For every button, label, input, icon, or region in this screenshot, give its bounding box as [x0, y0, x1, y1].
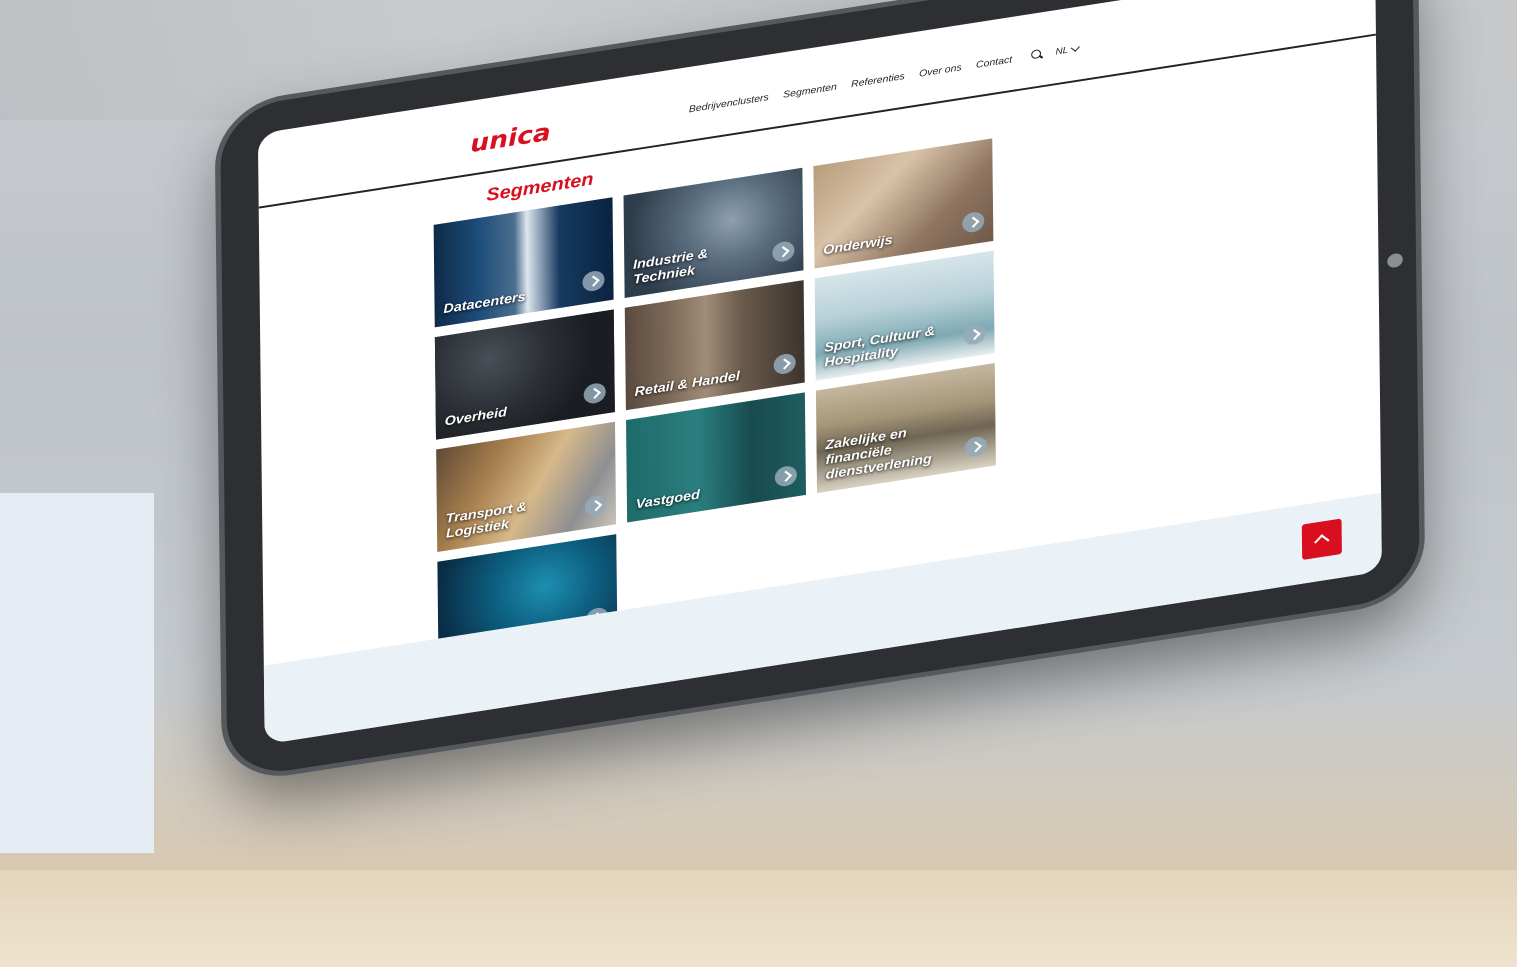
background-table [0, 870, 1517, 967]
tablet-screen: unica Bedrijvenclusters Segmenten Refere… [257, 0, 1382, 745]
chevron-right-icon [964, 435, 987, 459]
chevron-right-icon [584, 494, 608, 518]
segment-tile-transport-logistiek[interactable]: Transport & Logistiek [436, 421, 617, 552]
segment-tile-onderwijs[interactable]: Onderwijs [813, 138, 994, 269]
scroll-to-top-button[interactable] [1301, 518, 1342, 561]
chevron-right-icon [774, 464, 798, 488]
chevron-right-icon [772, 240, 795, 264]
search-icon[interactable] [1031, 48, 1042, 60]
nav-over-ons[interactable]: Over ons [919, 62, 962, 79]
language-label: NL [1055, 44, 1069, 57]
chevron-right-icon [962, 210, 985, 234]
nav-segmenten[interactable]: Segmenten [783, 82, 837, 101]
nav-referenties[interactable]: Referenties [851, 71, 905, 90]
segment-tile-label: Sport, Cultuur & Hospitality [824, 322, 936, 370]
segment-tile-label: Vastgoed [635, 486, 700, 512]
segment-tile-label: Onderwijs [823, 231, 893, 258]
segment-tile-industrie-techniek[interactable]: Industrie & Techniek [623, 167, 804, 298]
chevron-right-icon [583, 381, 606, 405]
chevron-right-icon [773, 352, 796, 376]
background-panel [0, 493, 154, 853]
chevron-right-icon [582, 269, 605, 293]
chevron-right-icon [963, 322, 986, 347]
segment-tile-sport-cultuur-hospitality[interactable]: Sport, Cultuur & Hospitality [814, 250, 995, 381]
segment-tile-overheid[interactable]: Overheid [434, 309, 615, 440]
segment-tile-label: Zakelijke en financiële dienstverlening [825, 424, 932, 482]
main-nav: Bedrijvenclusters Segmenten Referenties … [689, 54, 1012, 115]
segment-tile-label: Industrie & Techniek [633, 245, 709, 287]
segment-tile-zakelijke-dienstverlening[interactable]: Zakelijke en financiële dienstverlening [815, 362, 996, 494]
page-title: Segmenten [486, 168, 594, 205]
segment-tile-label: Transport & Logistiek [445, 498, 527, 541]
unica-logo[interactable]: unica [470, 118, 551, 158]
chevron-down-icon [1070, 42, 1080, 52]
nav-contact[interactable]: Contact [976, 54, 1012, 70]
segment-tile-label: Datacenters [443, 288, 526, 317]
language-selector[interactable]: NL [1055, 42, 1080, 57]
tablet-device: unica Bedrijvenclusters Segmenten Refere… [220, 0, 1420, 780]
segment-tile-label: Retail & Handel [634, 367, 740, 400]
segment-tile-datacenters[interactable]: Datacenters [433, 197, 614, 328]
segment-tile-label: Overheid [444, 404, 507, 429]
nav-bedrijvenclusters[interactable]: Bedrijvenclusters [689, 92, 769, 115]
segment-tile-retail-handel[interactable]: Retail & Handel [624, 280, 805, 411]
segment-tile-vastgoed[interactable]: Vastgoed [626, 392, 807, 523]
